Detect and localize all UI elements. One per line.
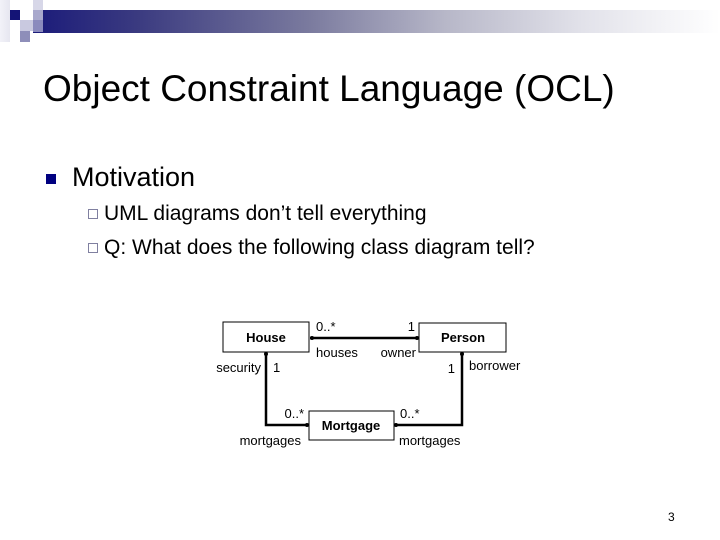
role-person-mortgages: mortgages [399, 433, 461, 448]
multiplicity-owner: 1 [408, 319, 415, 334]
role-houses: houses [316, 345, 358, 360]
association-end-dot [394, 423, 398, 427]
class-mortgage-label: Mortgage [322, 418, 381, 433]
role-security: security [216, 360, 261, 375]
class-house-label: House [246, 330, 286, 345]
role-house-mortgages: mortgages [240, 433, 302, 448]
multiplicity-house-mortgages: 0..* [284, 406, 304, 421]
association-end-dot [264, 352, 268, 356]
multiplicity-person-mortgages: 0..* [400, 406, 420, 421]
class-person-label: Person [441, 330, 485, 345]
association-end-dot [415, 336, 419, 340]
page-number: 3 [668, 510, 675, 524]
association-end-dot [310, 336, 314, 340]
multiplicity-houses: 0..* [316, 319, 336, 334]
multiplicity-security: 1 [273, 360, 280, 375]
role-owner: owner [381, 345, 417, 360]
association-end-dot [305, 423, 309, 427]
class-diagram: House Person Mortgage 0..* houses 1 owne… [216, 319, 521, 448]
association-end-dot [460, 352, 464, 356]
multiplicity-borrower: 1 [448, 361, 455, 376]
role-borrower: borrower [469, 358, 521, 373]
